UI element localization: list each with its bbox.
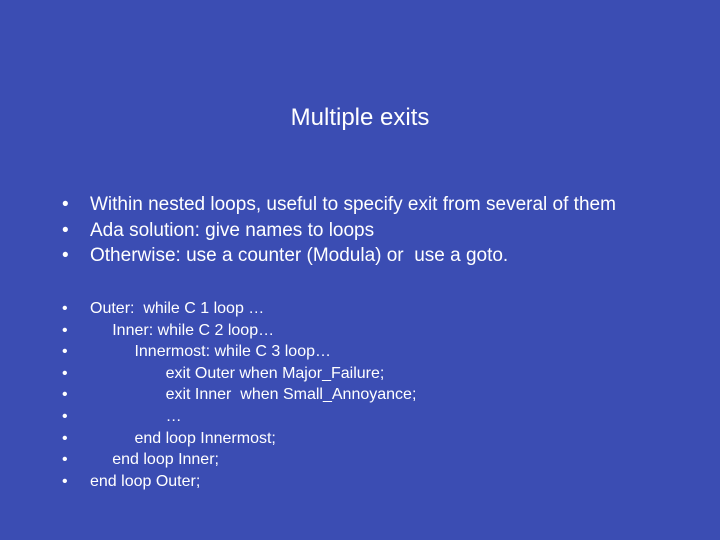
bullet-icon: • — [60, 298, 90, 320]
list-item: • end loop Inner; — [60, 449, 680, 471]
list-item-text: Inner: while C 2 loop… — [90, 320, 680, 342]
list-item-text: end loop Inner; — [90, 449, 680, 471]
bullet-icon: • — [60, 243, 90, 269]
list-item-text: … — [90, 406, 680, 428]
list-item: • Inner: while C 2 loop… — [60, 320, 680, 342]
bullet-icon: • — [60, 428, 90, 450]
list-item: • Within nested loops, useful to specify… — [60, 192, 680, 218]
list-item-text: exit Inner when Small_Annoyance; — [90, 384, 680, 406]
list-item: • Otherwise: use a counter (Modula) or u… — [60, 243, 680, 269]
bullet-icon: • — [60, 449, 90, 471]
bullet-icon: • — [60, 384, 90, 406]
bullet-icon: • — [60, 471, 90, 493]
list-item: • Ada solution: give names to loops — [60, 218, 680, 244]
list-item: • end loop Outer; — [60, 471, 680, 493]
list-item: • Outer: while C 1 loop … — [60, 298, 680, 320]
list-item: • end loop Innermost; — [60, 428, 680, 450]
slide: Multiple exits • Within nested loops, us… — [0, 0, 720, 540]
list-item-text: Outer: while C 1 loop … — [90, 298, 680, 320]
slide-title: Multiple exits — [0, 104, 720, 132]
list-item-text: Otherwise: use a counter (Modula) or use… — [90, 243, 680, 269]
main-bullet-list: • Within nested loops, useful to specify… — [60, 192, 680, 269]
list-item-text: exit Outer when Major_Failure; — [90, 363, 680, 385]
list-item-text: Innermost: while C 3 loop… — [90, 341, 680, 363]
bullet-icon: • — [60, 320, 90, 342]
list-item: • exit Outer when Major_Failure; — [60, 363, 680, 385]
bullet-icon: • — [60, 218, 90, 244]
list-item: • … — [60, 406, 680, 428]
list-item-text: Ada solution: give names to loops — [90, 218, 680, 244]
bullet-icon: • — [60, 406, 90, 428]
bullet-icon: • — [60, 192, 90, 218]
list-item-text: end loop Innermost; — [90, 428, 680, 450]
list-item-text: end loop Outer; — [90, 471, 680, 493]
bullet-icon: • — [60, 341, 90, 363]
list-item: • Innermost: while C 3 loop… — [60, 341, 680, 363]
list-item: • exit Inner when Small_Annoyance; — [60, 384, 680, 406]
list-item-text: Within nested loops, useful to specify e… — [90, 192, 680, 218]
bullet-icon: • — [60, 363, 90, 385]
code-bullet-list: • Outer: while C 1 loop … • Inner: while… — [60, 298, 680, 492]
